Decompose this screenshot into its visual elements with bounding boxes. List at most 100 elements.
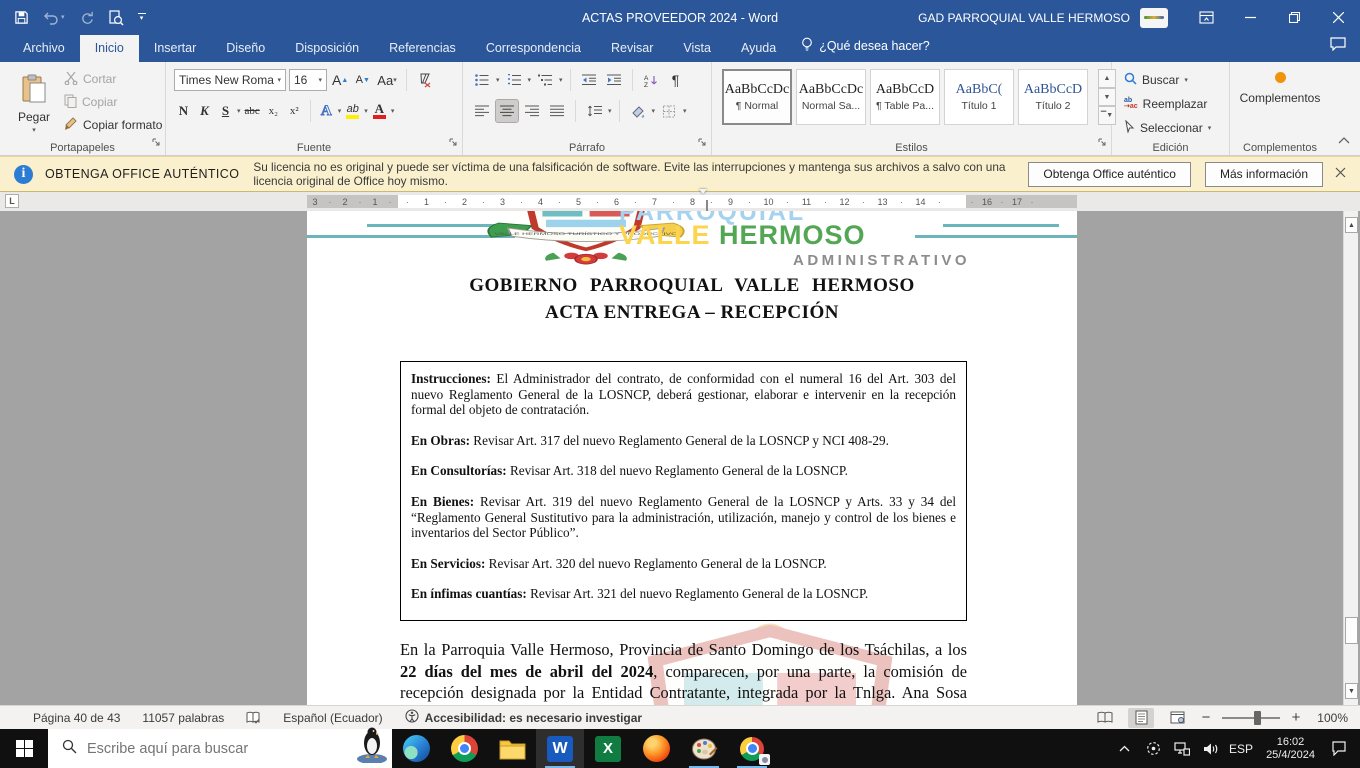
align-left-button[interactable] (471, 100, 493, 122)
taskbar-paint[interactable] (680, 729, 728, 768)
font-color-button[interactable]: A (370, 100, 389, 122)
document-page[interactable]: VALLE HERMOSO TURÍSTICO Y PRODUCTIVO PAR… (307, 211, 1077, 705)
clock[interactable]: 16:02 25/4/2024 (1260, 736, 1321, 762)
web-layout-button[interactable] (1164, 708, 1190, 728)
tab-vista[interactable]: Vista (668, 35, 726, 62)
styles-dialog-launcher[interactable] (1098, 134, 1107, 152)
zoom-out-button[interactable]: − (1200, 709, 1212, 726)
subscript-button[interactable]: x₂ (264, 100, 283, 122)
taskbar-firefox[interactable] (632, 729, 680, 768)
format-painter-button[interactable]: Copiar formato (64, 116, 162, 134)
tab-archivo[interactable]: Archivo (8, 35, 80, 62)
taskbar-word[interactable]: W (536, 729, 584, 768)
qat-customize-icon[interactable]: ▾ (137, 12, 146, 22)
highlight-button[interactable]: ab (343, 100, 362, 122)
start-button[interactable] (0, 729, 48, 768)
addins-button[interactable]: Complementos (1230, 72, 1330, 105)
penguin-search-highlight[interactable] (350, 725, 390, 768)
underline-dropdown[interactable]: ▾ (237, 108, 241, 115)
font-size-combo[interactable]: 16 ▾ (289, 69, 327, 91)
network-icon[interactable] (1171, 729, 1193, 768)
tab-ayuda[interactable]: Ayuda (726, 35, 791, 62)
ribbon-display-options-icon[interactable] (1184, 0, 1228, 35)
font-color-dropdown[interactable]: ▾ (391, 108, 395, 115)
bullets-dropdown[interactable]: ▾ (496, 77, 500, 84)
taskbar-file-explorer[interactable] (488, 729, 536, 768)
multilevel-dropdown[interactable]: ▾ (559, 77, 563, 84)
grow-font-button[interactable]: A ▲ (330, 69, 350, 91)
line-spacing-button[interactable] (583, 100, 605, 122)
shading-button[interactable] (627, 100, 649, 122)
find-button[interactable]: Buscar ▾ (1124, 70, 1211, 90)
proofing-icon[interactable] (246, 711, 261, 725)
justify-button[interactable] (546, 100, 568, 122)
paste-button[interactable]: Pegar ▾ (8, 68, 60, 140)
zoom-in-button[interactable]: + (1290, 709, 1302, 726)
tab-revisar[interactable]: Revisar (596, 35, 668, 62)
search-input[interactable] (87, 740, 307, 757)
print-layout-button[interactable] (1128, 707, 1154, 728)
style-titulo-1[interactable]: AaBbC(Título 1 (944, 69, 1014, 125)
volume-icon[interactable] (1200, 729, 1222, 768)
cut-button[interactable]: Cortar (64, 70, 162, 88)
borders-dropdown[interactable]: ▾ (683, 108, 687, 115)
line-spacing-dropdown[interactable]: ▾ (608, 108, 612, 115)
highlight-dropdown[interactable]: ▾ (364, 108, 368, 115)
print-preview-icon[interactable] (108, 9, 124, 26)
text-effects-dropdown[interactable]: ▾ (338, 108, 342, 115)
collapse-ribbon-button[interactable] (1338, 131, 1350, 149)
account-name[interactable]: GAD PARROQUIAL VALLE HERMOSO (918, 11, 1130, 25)
bold-button[interactable]: N (174, 100, 193, 122)
restore-button[interactable] (1272, 0, 1316, 35)
scroll-up-button[interactable]: ▲ (1345, 217, 1358, 233)
style-normal-sa[interactable]: AaBbCcDc Normal Sa... (796, 69, 866, 125)
get-genuine-office-button[interactable]: Obtenga Office auténtico (1028, 161, 1191, 187)
taskbar-search-box[interactable] (48, 727, 392, 768)
superscript-button[interactable]: x² (285, 100, 304, 122)
bullets-button[interactable] (471, 69, 493, 91)
save-icon[interactable] (14, 10, 29, 25)
tab-stop-selector[interactable]: L (5, 194, 19, 208)
close-button[interactable] (1316, 0, 1360, 35)
underline-button[interactable]: S (216, 100, 235, 122)
numbering-dropdown[interactable]: ▾ (528, 77, 532, 84)
tab-inicio[interactable]: Inicio (79, 35, 139, 62)
zoom-level[interactable]: 100% (1312, 711, 1348, 725)
word-count[interactable]: 11057 palabras (142, 711, 224, 725)
vertical-scrollbar[interactable]: ▲ ▼ (1343, 211, 1358, 705)
italic-button[interactable]: K (195, 100, 214, 122)
borders-button[interactable] (658, 100, 680, 122)
accessibility-status[interactable]: Accesibilidad: es necesario investigar (405, 709, 642, 726)
replace-button[interactable]: ab ⇢ac Reemplazar (1124, 94, 1211, 114)
undo-icon[interactable]: ▾ (43, 11, 65, 25)
redo-icon[interactable] (79, 10, 94, 25)
text-effects-button[interactable]: A (317, 100, 336, 122)
scroll-thumb[interactable] (1345, 617, 1358, 644)
zoom-slider-thumb[interactable] (1254, 710, 1261, 725)
font-dialog-launcher[interactable] (449, 134, 458, 152)
clear-formatting-button[interactable] (414, 69, 435, 91)
action-center-icon[interactable] (1328, 729, 1350, 768)
page-indicator[interactable]: Página 40 de 43 (33, 711, 120, 725)
tell-me-box[interactable]: ¿Qué desea hacer? (791, 37, 940, 62)
horizontal-ruler[interactable]: 3 · 2 · 1 · · 1 · 2 · 3 · 4 · 5 · 6 · 7 · 8 · 9 · 10 · 11 · 12 · 13 · 14 ·… (307, 195, 1077, 208)
align-center-button[interactable] (495, 99, 519, 123)
paragraph-dialog-launcher[interactable] (698, 134, 707, 152)
tab-disposicion[interactable]: Disposición (280, 35, 374, 62)
taskbar-chrome-profile[interactable] (728, 729, 776, 768)
strikethrough-button[interactable]: abc (243, 100, 262, 122)
read-mode-button[interactable] (1092, 708, 1118, 728)
select-button[interactable]: Seleccionar ▾ (1124, 118, 1211, 138)
align-right-button[interactable] (521, 100, 543, 122)
warning-close-icon[interactable] (1335, 165, 1346, 183)
minimize-button[interactable] (1228, 0, 1272, 35)
language-indicator[interactable]: Español (Ecuador) (283, 711, 382, 725)
multilevel-list-button[interactable] (534, 69, 556, 91)
zoom-slider[interactable] (1222, 710, 1280, 725)
decrease-indent-button[interactable] (578, 69, 600, 91)
style-normal[interactable]: AaBbCcDc ¶ Normal (722, 69, 792, 125)
increase-indent-button[interactable] (603, 69, 625, 91)
avatar[interactable] (1140, 7, 1168, 28)
numbering-button[interactable] (503, 69, 525, 91)
pilcrow-button[interactable]: ¶ (665, 69, 687, 91)
